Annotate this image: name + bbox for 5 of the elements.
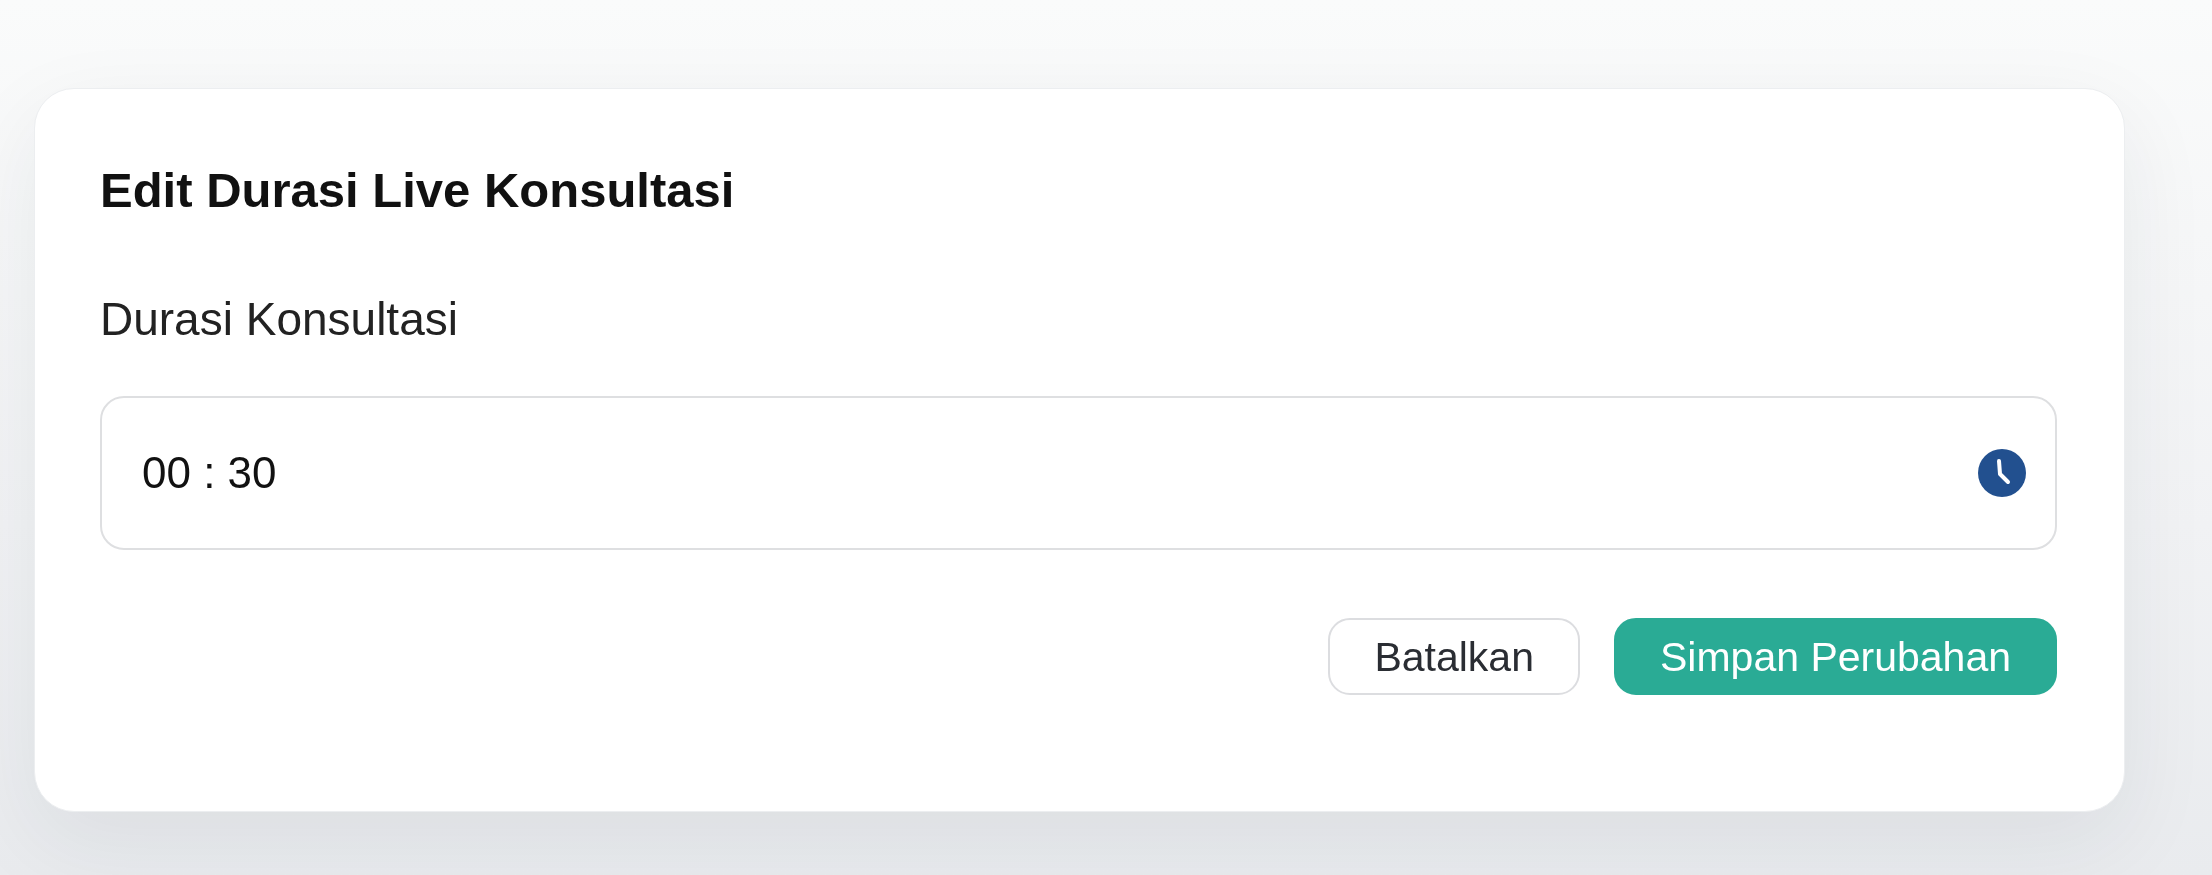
clock-icon[interactable] bbox=[1978, 449, 2026, 497]
time-input-field[interactable]: 00 : 30 bbox=[100, 396, 2057, 550]
field-label: Durasi Konsultasi bbox=[100, 292, 458, 346]
dialog-title: Edit Durasi Live Konsultasi bbox=[100, 162, 735, 218]
cancel-button[interactable]: Batalkan bbox=[1328, 618, 1580, 695]
